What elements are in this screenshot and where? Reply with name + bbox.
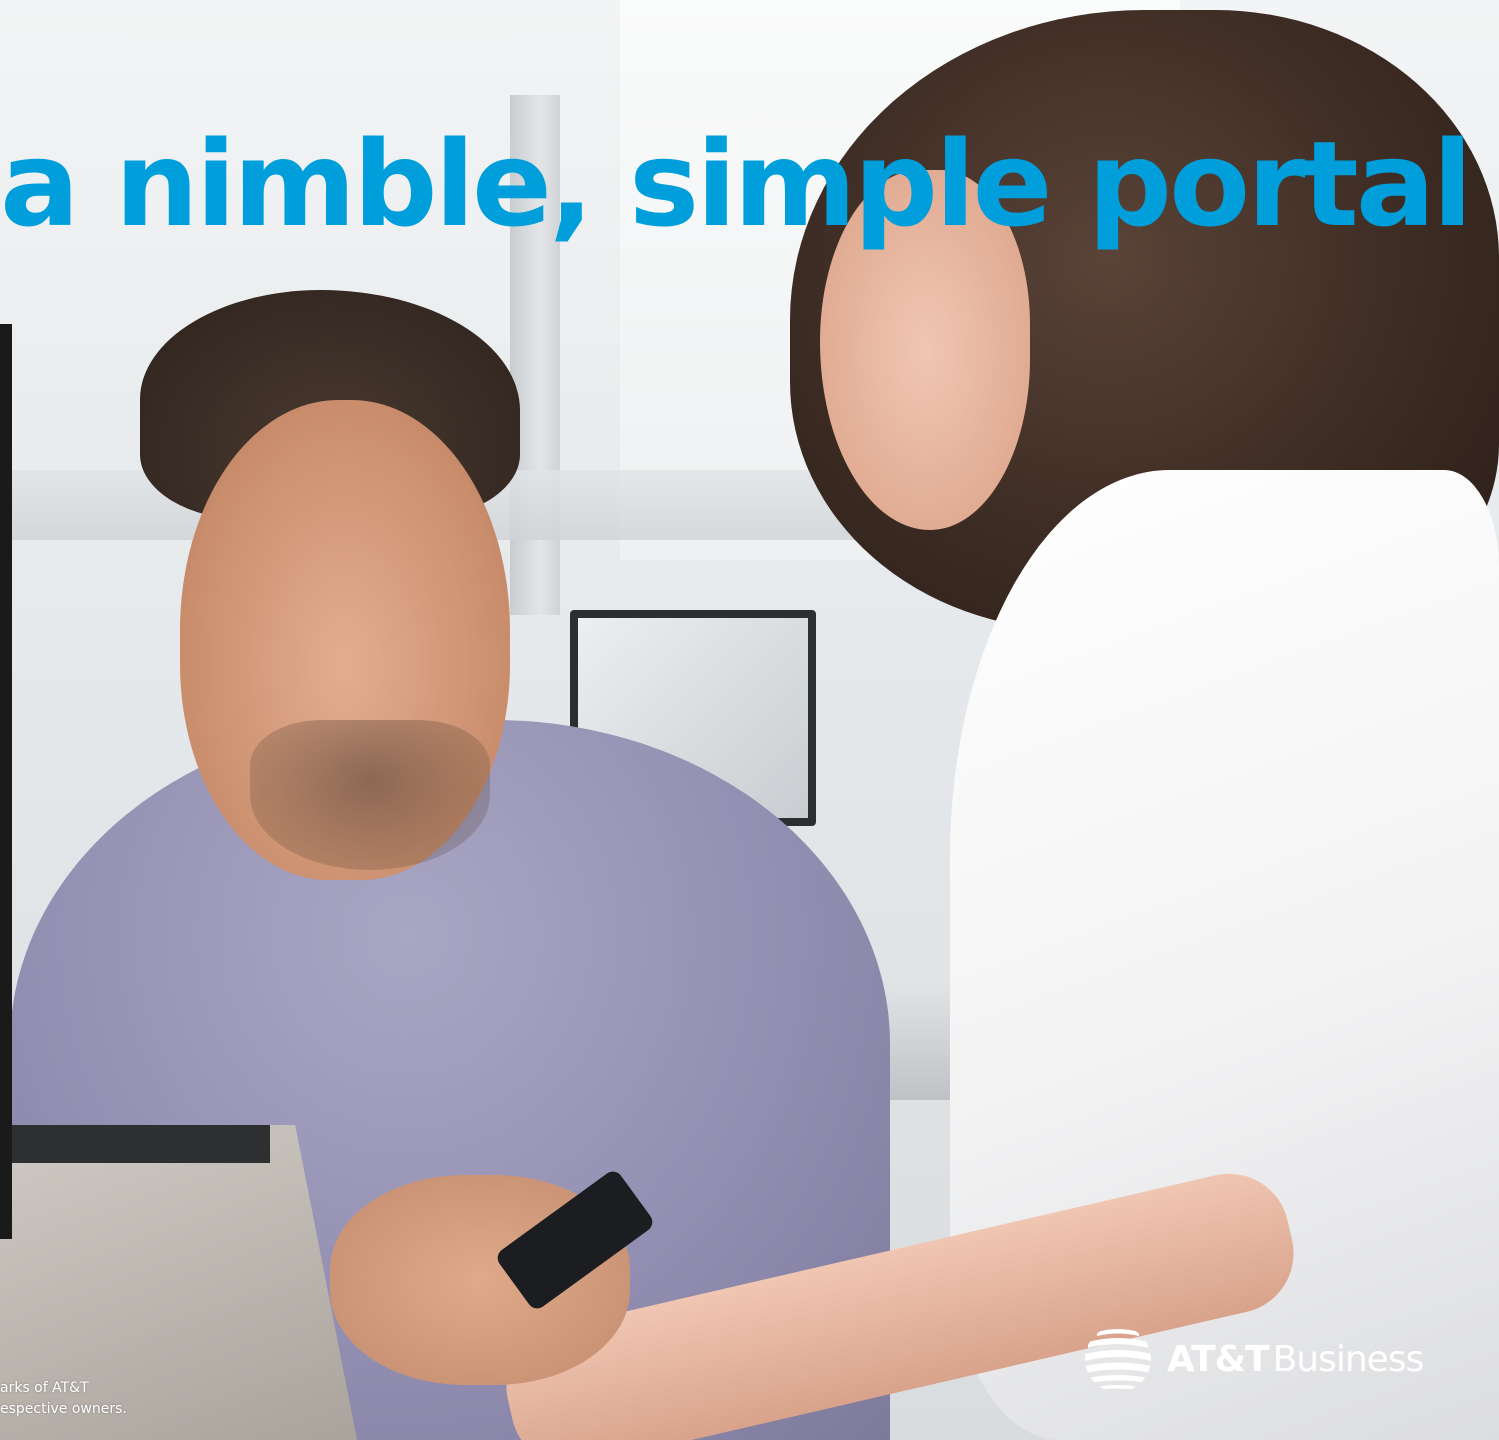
legal-line-2: espective owners. xyxy=(0,1401,127,1417)
legal-line-1: arks of AT&T xyxy=(0,1380,89,1396)
att-globe-icon xyxy=(1085,1329,1151,1390)
brand-name-bold: AT&T xyxy=(1167,1338,1270,1380)
slide: a nimble, simple portal arks of AT&T esp… xyxy=(0,0,1499,1440)
brand-wordmark: AT&T Business xyxy=(1167,1338,1425,1380)
laptop-edge xyxy=(0,1125,270,1163)
man-beard xyxy=(250,720,490,870)
legal-footnote: arks of AT&T espective owners. xyxy=(0,1378,300,1420)
headline: a nimble, simple portal xyxy=(0,115,1473,253)
left-dark-panel xyxy=(0,324,12,1239)
att-business-logo: AT&T Business xyxy=(1083,1329,1425,1390)
brand-name-light: Business xyxy=(1272,1338,1425,1380)
